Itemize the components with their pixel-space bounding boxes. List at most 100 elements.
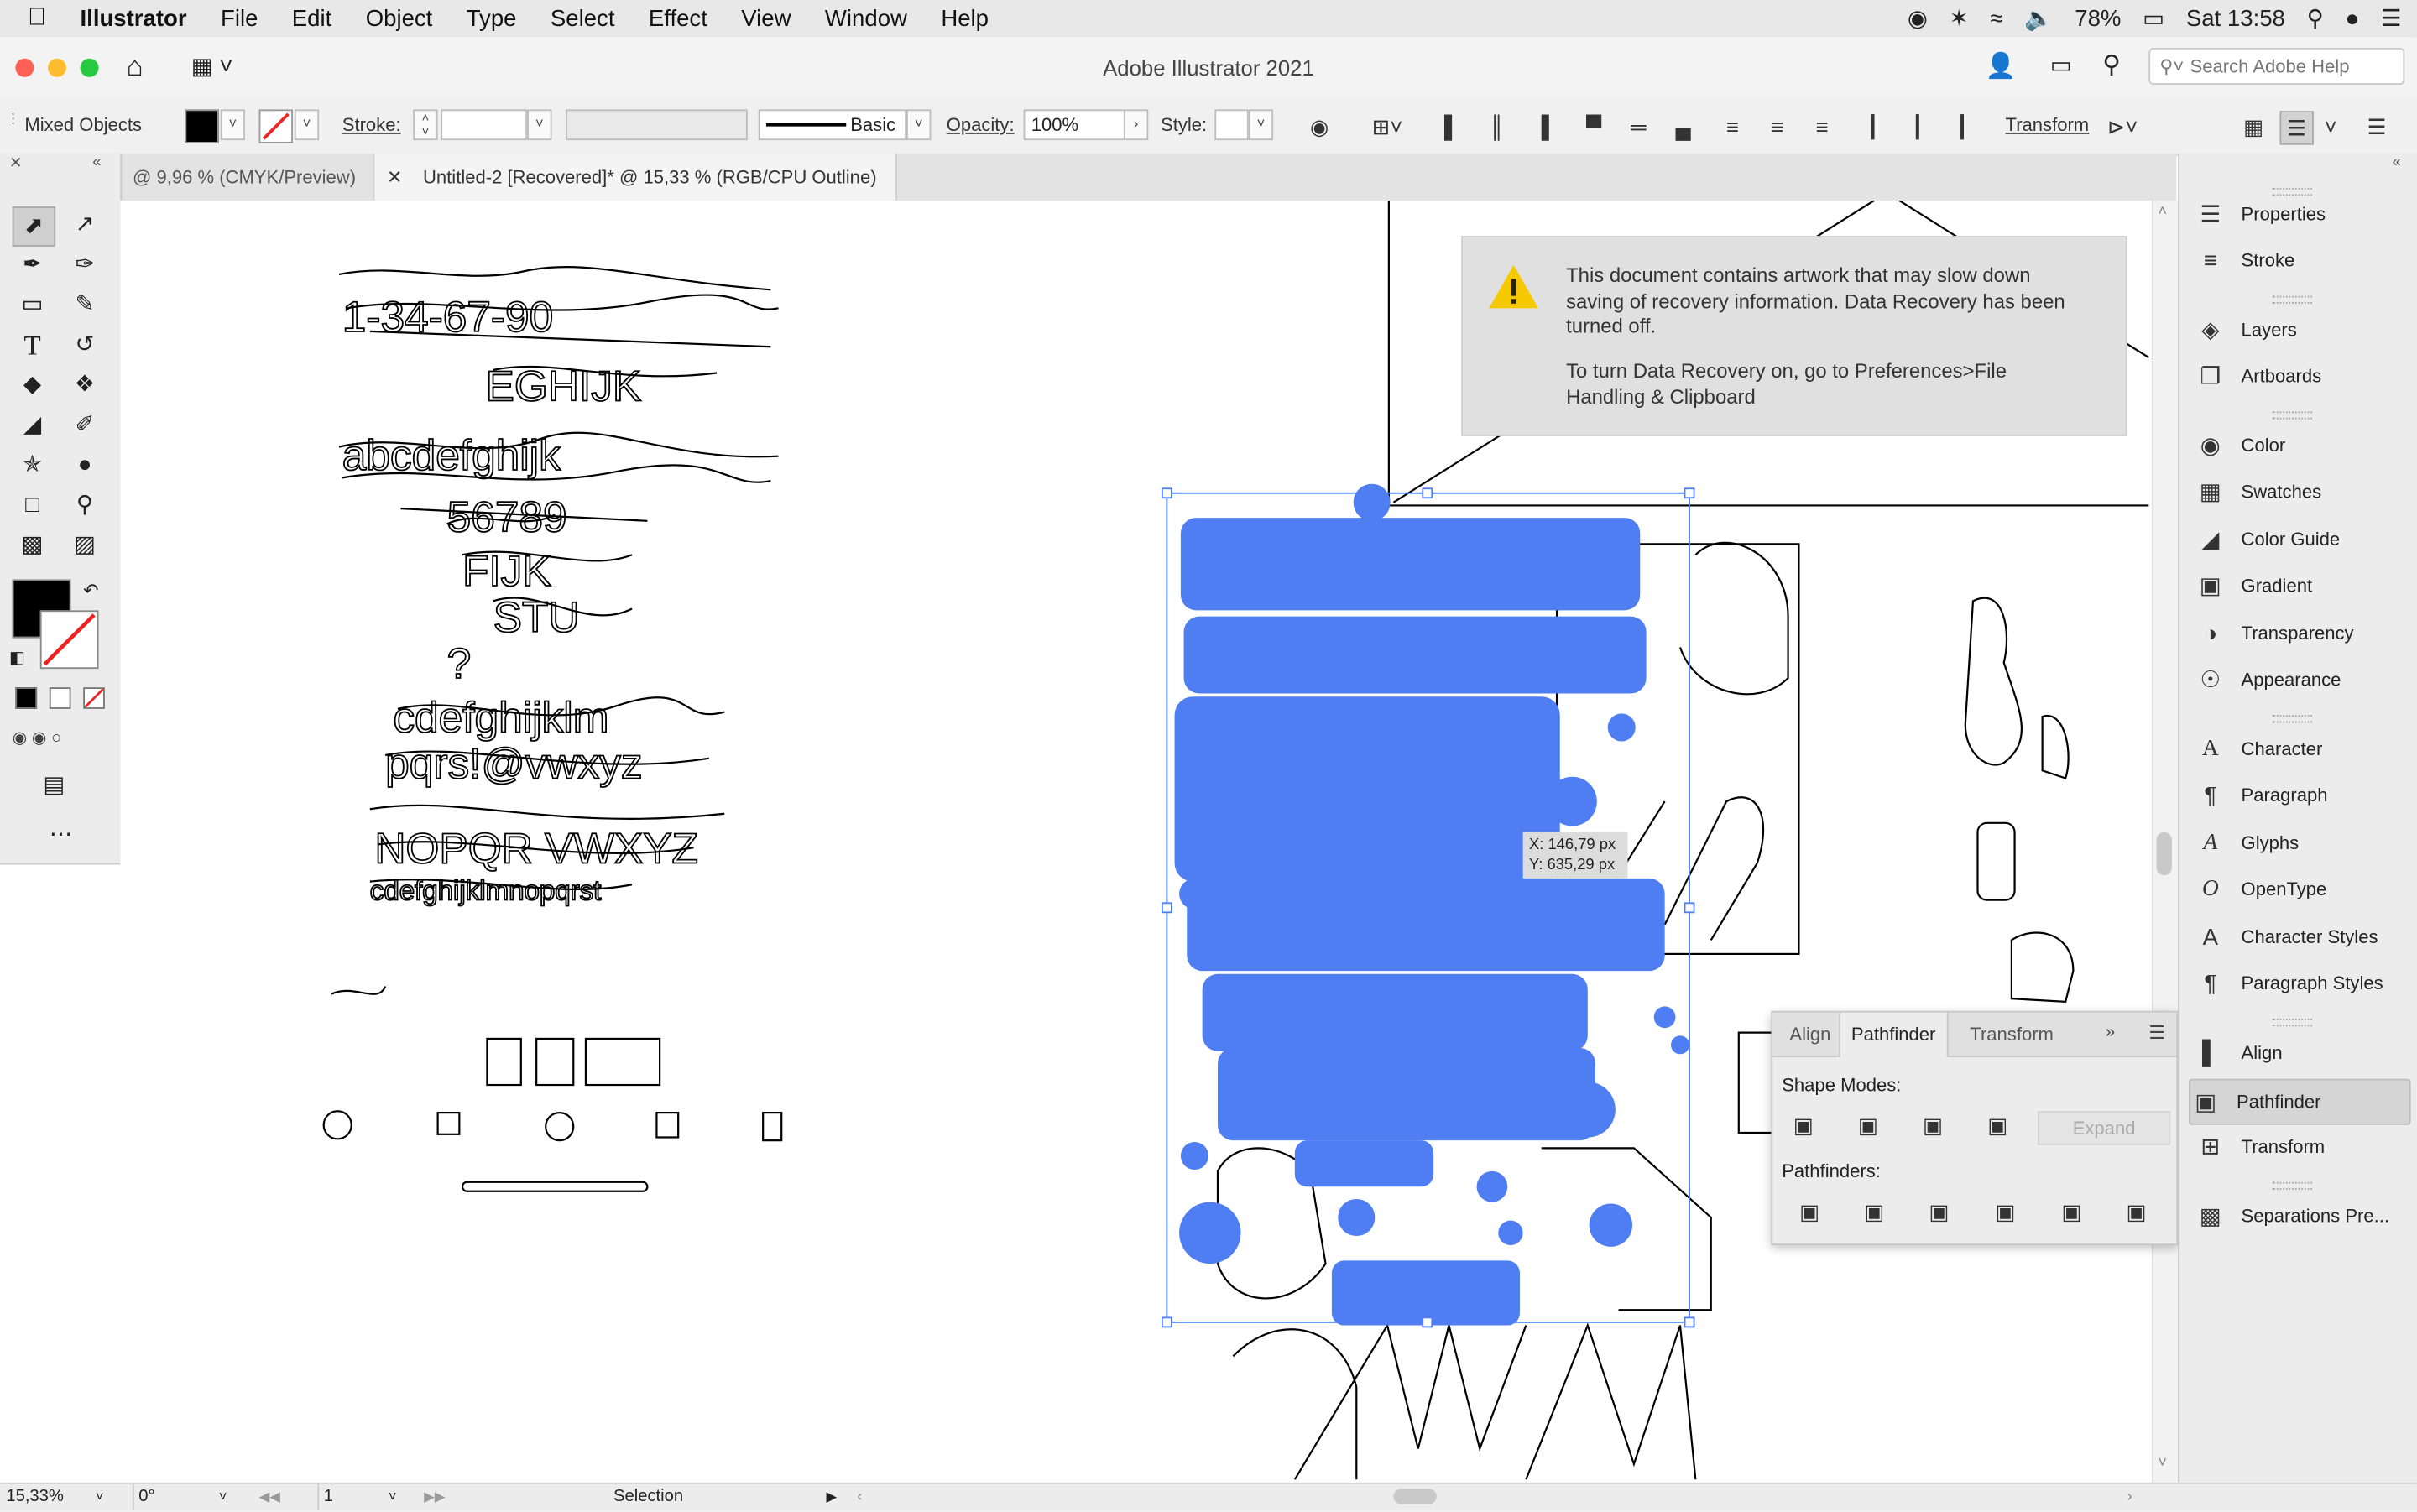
direct-selection-tool-icon[interactable]: ↗ [65, 206, 105, 243]
dock-group-grip[interactable] [2272, 295, 2313, 304]
scroll-left-icon[interactable]: ‹ [857, 1484, 862, 1510]
unite-icon[interactable]: ▣ [1788, 1109, 1819, 1140]
dock-item-align[interactable]: ▌ Align [2195, 1031, 2410, 1074]
stroke-color-box[interactable] [39, 610, 99, 670]
none-mode-icon[interactable] [83, 687, 105, 709]
first-artboard-icon[interactable]: ◀◀ [259, 1484, 280, 1510]
shape-builder-tool-icon[interactable]: ✯ [13, 447, 53, 484]
transform-label[interactable]: Transform [2006, 114, 2090, 136]
help-search-input[interactable]: ⚲˅ Search Adobe Help [2148, 47, 2405, 86]
vertical-scroll-thumb[interactable] [2156, 832, 2172, 876]
align-top-icon[interactable]: ▀ [1579, 111, 1610, 142]
tab-pathfinder[interactable]: Pathfinder [1839, 1012, 1949, 1057]
align-right-icon[interactable]: ▐ [1526, 111, 1557, 142]
dock-item-color[interactable]: ◉ Color [2195, 424, 2410, 467]
fill-dropdown[interactable]: ˅ [220, 109, 246, 141]
expand-button[interactable]: Expand [2038, 1111, 2171, 1145]
perspective-tool-icon[interactable]: ▨ [65, 527, 105, 564]
scroll-right-icon[interactable]: › [2127, 1484, 2132, 1510]
dock-group-grip[interactable] [2272, 1019, 2313, 1027]
properties-toggle-icon[interactable]: ☰ [2279, 111, 2314, 145]
zoom-dropdown-icon[interactable]: ˅ [96, 1484, 104, 1510]
dock-item-appearance[interactable]: ☉ Appearance [2195, 658, 2410, 701]
menu-file[interactable]: File [204, 5, 275, 31]
distribute-top-icon[interactable]: ≡ [1717, 111, 1748, 142]
dock-item-artboards[interactable]: ❐ Artboards [2195, 354, 2410, 397]
clock[interactable]: Sat 13:58 [2186, 5, 2285, 31]
rotation-field[interactable]: 0° [132, 1483, 216, 1510]
recolor-artwork-icon[interactable]: ◉ [1304, 111, 1335, 142]
align-bottom-icon[interactable]: ▄ [1668, 111, 1699, 142]
tools-close-icon[interactable]: ✕ [9, 156, 22, 173]
rectangle-tool-icon[interactable]: ▭ [13, 287, 53, 324]
color-mode-icon[interactable] [15, 687, 38, 709]
distribute-bottom-icon[interactable]: ≡ [1807, 111, 1838, 142]
stroke-color-dropdown[interactable]: ˅ [294, 109, 320, 141]
bluetooth-icon[interactable]: ✶ [1950, 5, 1969, 32]
siri-icon[interactable]: ● [2346, 5, 2360, 31]
dock-group-grip[interactable] [2272, 411, 2313, 420]
panel-menu-icon[interactable]: ☰ [2148, 1022, 2165, 1044]
zoom-level-field[interactable]: 15,33% [6, 1484, 92, 1510]
tab-untitled-2[interactable]: ✕ Untitled-2 [Recovered]* @ 15,33 % (RGB… [373, 154, 897, 201]
distribute-horizontal-center-icon[interactable]: ┃ [1902, 111, 1933, 142]
menu-select[interactable]: Select [534, 5, 632, 31]
share-user-icon[interactable]: 👤 [1986, 51, 2017, 82]
menu-effect[interactable]: Effect [632, 5, 724, 31]
dock-item-paragraph[interactable]: ¶ Paragraph [2195, 774, 2410, 816]
apple-icon[interactable]:  [0, 5, 63, 33]
control-bar-dropdown[interactable]: ˅ [2315, 111, 2347, 142]
dock-item-gradient[interactable]: ▣ Gradient [2195, 564, 2410, 607]
exclude-icon[interactable]: ▣ [1982, 1109, 2013, 1140]
lightbulb-icon[interactable]: ⚲ [2102, 50, 2121, 81]
align-vertical-center-icon[interactable]: ═ [1623, 111, 1654, 142]
trim-icon[interactable]: ▣ [1859, 1196, 1890, 1227]
menu-app-name[interactable]: Illustrator [63, 5, 203, 31]
arrange-icon[interactable]: ▦ [2238, 111, 2269, 142]
dock-item-character[interactable]: A Character [2195, 727, 2410, 770]
tab-close-icon[interactable]: ✕ [387, 166, 402, 188]
panel-expand-icon[interactable]: » [2106, 1024, 2115, 1042]
align-left-icon[interactable]: ▌ [1437, 111, 1468, 142]
status-menu-icon[interactable]: ▶ [826, 1484, 837, 1510]
curvature-tool-icon[interactable]: ✑ [65, 247, 105, 284]
menu-window[interactable]: Window [808, 5, 924, 31]
dock-item-character-styles[interactable]: A Character Styles [2195, 915, 2410, 958]
volume-icon[interactable]: 🔈 [2024, 5, 2053, 32]
gradient-mode-icon[interactable] [49, 687, 71, 709]
live-paint-tool-icon[interactable]: ▩ [13, 527, 53, 564]
fill-color-swatch[interactable] [185, 109, 219, 143]
swap-fill-stroke-icon[interactable]: ↶ [83, 580, 98, 602]
brush-dropdown[interactable]: ˅ [906, 109, 932, 141]
stroke-stepper[interactable]: ˄ ˅ [413, 109, 438, 141]
eraser-tool-icon[interactable]: ◆ [13, 367, 53, 404]
artboard-dropdown-icon[interactable]: ˅ [389, 1484, 397, 1510]
dock-item-layers[interactable]: ◈ Layers [2195, 308, 2410, 351]
control-bar-grip[interactable]: ⋮ [6, 111, 20, 128]
pen-tool-icon[interactable]: ✒ [13, 247, 53, 284]
distribute-vertical-center-icon[interactable]: ≡ [1762, 111, 1793, 142]
isolate-icon[interactable]: ⊳˅ [2107, 111, 2138, 142]
dock-group-grip[interactable] [2272, 715, 2313, 723]
dock-group-grip[interactable] [2272, 1181, 2313, 1190]
creative-cloud-icon[interactable]: ◉ [1908, 5, 1928, 32]
align-horizontal-center-icon[interactable]: ║ [1481, 111, 1512, 142]
spotlight-search-icon[interactable]: ⚲ [2307, 5, 2324, 32]
zoom-tool-icon[interactable]: ⚲ [65, 487, 105, 524]
menu-object[interactable]: Object [348, 5, 449, 31]
menu-view[interactable]: View [724, 5, 808, 31]
merge-icon[interactable]: ▣ [1924, 1196, 1955, 1227]
dock-collapse-icon[interactable]: « [2393, 154, 2401, 171]
dock-item-pathfinder[interactable]: ▣ Pathfinder [2189, 1078, 2411, 1125]
dock-item-opentype[interactable]: O OpenType [2195, 868, 2410, 910]
blend-tool-icon[interactable]: ● [65, 447, 105, 484]
dock-item-transparency[interactable]: ◑ Transparency [2195, 612, 2410, 654]
drawing-modes-icon[interactable]: ◉ ◉ ○ [13, 727, 62, 748]
last-artboard-icon[interactable]: ▶▶ [424, 1484, 445, 1510]
wifi-icon[interactable]: ≈ [1990, 5, 2002, 31]
gradient-tool-icon[interactable]: ◢ [13, 407, 53, 444]
control-center-icon[interactable]: ☰ [2381, 5, 2402, 32]
dock-item-swatches[interactable]: ▦ Swatches [2195, 470, 2410, 513]
artboard-number-field[interactable]: 1 [317, 1483, 385, 1510]
dock-item-color-guide[interactable]: ◢ Color Guide [2195, 518, 2410, 560]
